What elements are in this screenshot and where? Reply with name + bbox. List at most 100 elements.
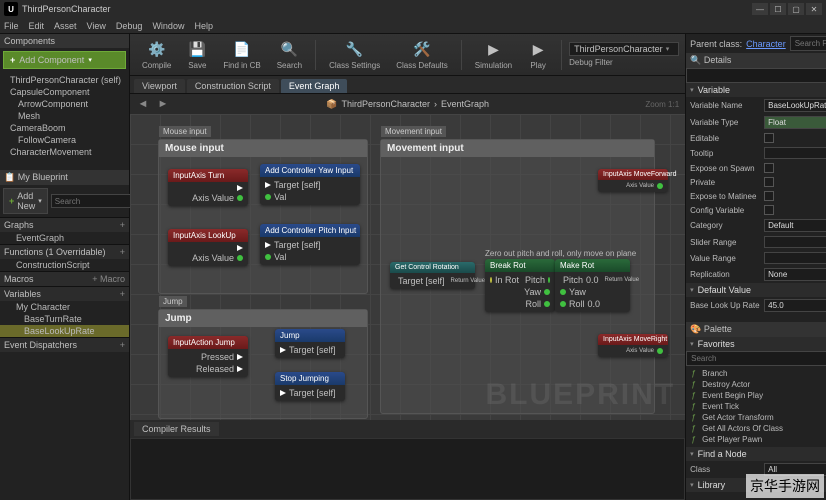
section-macros[interactable]: Macros+ Macro [0,271,129,286]
breadcrumb-leaf[interactable]: EventGraph [441,99,489,109]
menu-asset[interactable]: Asset [54,21,77,31]
tree-item-mesh[interactable]: Mesh [2,110,127,122]
var-item-mycharacter[interactable]: My Character [0,301,129,313]
components-header: Components [0,34,129,48]
var-item-baseturnrate[interactable]: BaseTurnRate [0,313,129,325]
node-get-control-rotation[interactable]: Get Control Rotation Target [self]Return… [390,262,475,289]
class-defaults-button[interactable]: 🛠️Class Defaults [390,38,454,72]
node-inputaction-jump[interactable]: InputAction Jump Pressed Released [168,336,248,377]
menu-edit[interactable]: Edit [29,21,45,31]
add-new-button[interactable]: Add New [3,188,48,214]
node-inputaxis-turn[interactable]: InputAxis Turn Axis Value [168,169,248,206]
menu-file[interactable]: File [4,21,19,31]
tab-eventgraph[interactable]: Event Graph [281,79,348,93]
section-variable[interactable]: Variable [686,83,826,97]
debug-object-dropdown[interactable]: ThirdPersonCharacter [569,42,679,56]
menu-view[interactable]: View [87,21,106,31]
node-stop-jumping[interactable]: Stop Jumping Target [self] [275,372,345,401]
search-button[interactable]: 🔍Search [271,38,308,72]
node-inputaxis-moveright[interactable]: InputAxis MoveRight Axis Value [598,334,668,357]
close-button[interactable]: ✕ [806,3,822,15]
graph-canvas[interactable]: Mouse input Mouse input InputAxis Turn A… [130,114,685,420]
menu-window[interactable]: Window [152,21,184,31]
breadcrumb-root[interactable]: ThirdPersonCharacter [341,99,430,109]
nav-forward-button[interactable]: ► [156,97,170,111]
tree-item-arrow[interactable]: ArrowComponent [2,98,127,110]
class-settings-button[interactable]: 🔧Class Settings [323,38,386,72]
save-button[interactable]: 💾Save [181,38,213,72]
help-search[interactable] [790,36,826,51]
components-tree: ThirdPersonCharacter (self) CapsuleCompo… [0,72,129,160]
minimize-button[interactable]: — [752,3,768,15]
label-expose-matinee: Expose to Matinee [690,192,760,201]
menu-debug[interactable]: Debug [116,21,143,31]
field-slider[interactable] [764,236,826,248]
section-dispatchers[interactable]: Event Dispatchers+ [0,337,129,352]
play-button[interactable]: ▶Play [522,38,554,72]
label-editable: Editable [690,134,760,143]
graph-item-eventgraph[interactable]: EventGraph [0,232,129,244]
node-add-pitch[interactable]: Add Controller Pitch Input Target [self]… [260,224,360,265]
compiler-panel: Compiler Results [130,420,685,500]
menubar: File Edit Asset View Debug Window Help [0,18,826,34]
tree-item-root[interactable]: ThirdPersonCharacter (self) [2,74,127,86]
restore-button[interactable]: ▢ [788,3,804,15]
simulation-button[interactable]: ▶Simulation [469,38,518,72]
dropdown-replication[interactable]: None [764,268,826,281]
function-item-construction[interactable]: ConstructionScript [0,259,129,271]
palette-item-beginplay[interactable]: Event Begin Play [688,390,826,401]
details-search[interactable] [686,68,826,83]
tree-item-followcamera[interactable]: FollowCamera [2,134,127,146]
checkbox-expose-spawn[interactable] [764,163,774,173]
dropdown-category[interactable]: Default [764,219,826,232]
field-varname[interactable]: BaseLookUpRate [764,99,826,112]
palette-item-destroy[interactable]: Destroy Actor [688,379,826,390]
field-tooltip[interactable] [764,147,826,159]
group-mouse-input[interactable]: Mouse input Mouse input [158,139,368,294]
section-default-value[interactable]: Default Value [686,283,826,297]
palette-favorites[interactable]: Favorites [686,337,826,351]
label-vartype: Variable Type [690,118,760,127]
var-item-baselookuprate[interactable]: BaseLookUpRate [0,325,129,337]
palette-item-branch[interactable]: Branch [688,368,826,379]
section-graphs[interactable]: Graphs+ [0,217,129,232]
field-vartype[interactable]: Float [764,116,826,129]
section-variables[interactable]: Variables+ [0,286,129,301]
find-node-section[interactable]: Find a Node [686,447,826,461]
palette-item-playerpawn[interactable]: Get Player Pawn [688,434,826,445]
compiler-output[interactable] [130,438,685,500]
palette-item-tick[interactable]: Event Tick [688,401,826,412]
maximize-button[interactable]: ☐ [770,3,786,15]
find-button[interactable]: 📄Find in CB [217,38,266,72]
checkbox-config[interactable] [764,205,774,215]
palette-header: 🎨 Palette [686,322,826,337]
group-tag: Mouse input [159,126,211,137]
node-break-rot[interactable]: Break Rot In RotPitch Yaw Roll [485,259,555,312]
add-component-button[interactable]: +Add Component [3,51,126,69]
node-make-rot[interactable]: Make Rot Pitch 0.0Return Value Yaw Roll … [555,259,630,312]
tree-item-charactermovement[interactable]: CharacterMovement [2,146,127,158]
compile-button[interactable]: ⚙️Compile [136,38,177,72]
palette-item-transform[interactable]: Get Actor Transform [688,412,826,423]
node-inputaxis-lookup[interactable]: InputAxis LookUp Axis Value [168,229,248,266]
node-inputaxis-moveforward[interactable]: InputAxis MoveForward Axis Value [598,169,668,192]
checkbox-expose-matinee[interactable] [764,191,774,201]
node-add-yaw[interactable]: Add Controller Yaw Input Target [self] V… [260,164,360,205]
palette-item-allactors[interactable]: Get All Actors Of Class [688,423,826,434]
palette-search[interactable] [686,351,826,366]
parent-class-link[interactable]: Character [746,39,786,49]
field-value-range[interactable] [764,252,826,264]
field-default-value[interactable]: 45.0 [764,299,826,312]
menu-help[interactable]: Help [194,21,213,31]
tab-viewport[interactable]: Viewport [134,79,185,93]
tree-item-capsule[interactable]: CapsuleComponent [2,86,127,98]
tab-construction[interactable]: Construction Script [187,79,279,93]
checkbox-private[interactable] [764,177,774,187]
section-functions[interactable]: Functions (1 Overridable)+ [0,244,129,259]
label-varname: Variable Name [690,101,760,110]
tree-item-cameraboom[interactable]: CameraBoom [2,122,127,134]
compiler-results-tab[interactable]: Compiler Results [134,422,219,436]
node-jump[interactable]: Jump Target [self] [275,329,345,358]
checkbox-editable[interactable] [764,133,774,143]
nav-back-button[interactable]: ◄ [136,97,150,111]
